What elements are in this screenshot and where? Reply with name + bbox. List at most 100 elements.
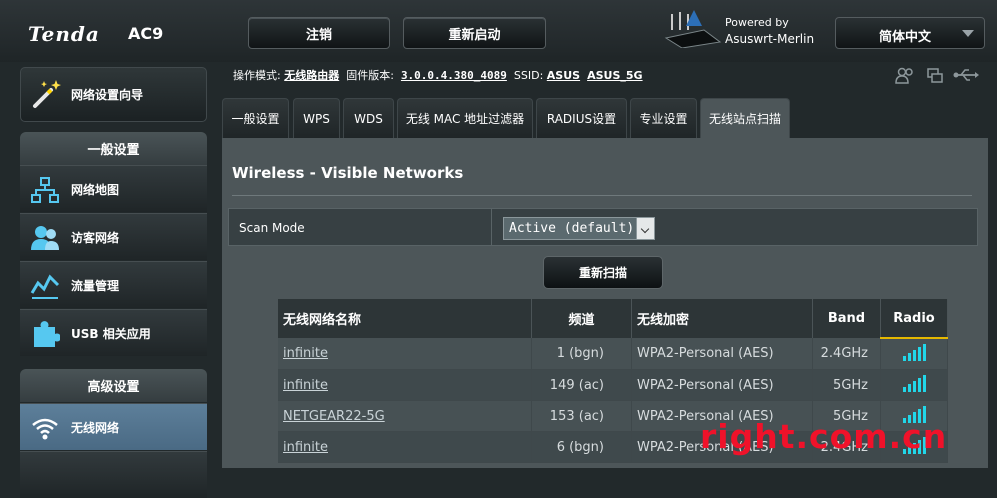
- network-name-link[interactable]: NETGEAR22-5G: [283, 409, 385, 424]
- status-icons: [895, 66, 980, 90]
- language-select[interactable]: 简体中文: [835, 17, 985, 49]
- powered-by-label: Powered by: [725, 16, 789, 29]
- sidebar-item-guest-network[interactable]: 访客网络: [20, 213, 207, 260]
- network-name-cell: infinite: [278, 431, 532, 463]
- powered-by: Powered by Asuswrt-Merlin: [725, 15, 814, 47]
- firmware-brand: Asuswrt-Merlin: [725, 32, 815, 46]
- radio-cell: [880, 369, 948, 401]
- band-cell: 5GHz: [833, 377, 868, 393]
- column-header-band[interactable]: Band: [812, 299, 881, 338]
- wifi-icon: [30, 413, 60, 447]
- table-header-row: 无线网络名称 频道 无线加密 Band Radio: [278, 299, 948, 339]
- channel-cell: 149 (ac): [549, 377, 604, 393]
- signal-bar: [907, 383, 911, 392]
- tab-general[interactable]: 一般设置: [222, 98, 289, 138]
- network-name-link[interactable]: infinite: [283, 440, 328, 455]
- network-setup-wizard-button[interactable]: 网络设置向导: [20, 67, 207, 122]
- sidebar-item-usb-apps[interactable]: USB 相关应用: [20, 309, 207, 356]
- mode-label: 操作模式:: [233, 69, 281, 82]
- network-name-cell: infinite: [278, 338, 532, 370]
- table-row: infinite 149 (ac) WPA2-Personal (AES) 5GHz: [278, 369, 948, 401]
- tab-radius[interactable]: RADIUS设置: [536, 98, 627, 138]
- sidebar-item-label: 流量管理: [71, 279, 120, 293]
- chevron-down-icon: [636, 218, 654, 239]
- network-name-link[interactable]: infinite: [283, 378, 328, 393]
- sidebar-item-traffic-manager[interactable]: 流量管理: [20, 261, 207, 308]
- column-header-ssid[interactable]: 无线网络名称: [278, 299, 532, 338]
- usb-icon: [953, 69, 979, 81]
- firmware-version-link[interactable]: 3.0.0.4.380_4089: [401, 69, 507, 82]
- ssid-link[interactable]: ASUS: [547, 69, 580, 82]
- signal-bar: [902, 355, 906, 361]
- signal-bar: [902, 386, 906, 392]
- rescan-button[interactable]: 重新扫描: [543, 256, 663, 289]
- watermark-text: right.com.cn: [700, 417, 948, 456]
- advanced-section-header: 高级设置: [20, 369, 207, 402]
- channel-cell: 153 (ac): [531, 400, 632, 432]
- signal-strength-icon: [902, 343, 926, 361]
- clients-icon: [895, 67, 913, 84]
- scan-mode-select[interactable]: Active (default): [503, 217, 655, 240]
- channel-cell: 6 (bgn): [556, 439, 604, 455]
- traffic-chart-icon: [30, 271, 60, 305]
- router-icon: [664, 8, 724, 52]
- signal-strength-icon: [902, 374, 926, 392]
- divider: [491, 209, 492, 245]
- reboot-button[interactable]: 重新启动: [403, 17, 546, 49]
- tab-mac-filter[interactable]: 无线 MAC 地址过滤器: [397, 98, 533, 138]
- model-name: AC9: [128, 24, 164, 43]
- divider: [232, 195, 972, 196]
- scan-mode-row: Scan Mode Active (default): [228, 208, 978, 246]
- mode-value-link[interactable]: 无线路由器: [284, 69, 339, 82]
- network-name-cell: NETGEAR22-5G: [278, 400, 532, 432]
- channel-cell: 1 (bgn): [531, 338, 632, 370]
- channel-cell: 153 (ac): [549, 408, 604, 424]
- encryption-cell: WPA2-Personal (AES): [631, 338, 813, 370]
- network-name-link[interactable]: infinite: [283, 346, 328, 361]
- signal-bar: [922, 343, 926, 361]
- network-map-icon: [30, 175, 60, 209]
- sidebar-item-next[interactable]: [20, 451, 207, 498]
- tab-professional[interactable]: 专业设置: [630, 98, 697, 138]
- column-header-radio[interactable]: Radio: [880, 299, 948, 339]
- signal-bar: [912, 349, 916, 361]
- signal-bar: [917, 346, 921, 361]
- chevron-down-icon: [962, 30, 974, 37]
- signal-bar: [917, 377, 921, 392]
- general-section-header: 一般设置: [20, 132, 207, 165]
- table-row: infinite 1 (bgn) WPA2-Personal (AES) 2.4GHz: [278, 338, 948, 370]
- tab-site-survey[interactable]: 无线站点扫描: [700, 98, 790, 138]
- magic-wand-icon: [31, 78, 63, 114]
- logout-button[interactable]: 注销: [248, 17, 390, 49]
- sidebar-item-label: USB 相关应用: [71, 327, 151, 341]
- channel-cell: 149 (ac): [531, 369, 632, 401]
- column-header-encryption[interactable]: 无线加密: [631, 299, 813, 338]
- encryption-cell: WPA2-Personal (AES): [631, 369, 813, 401]
- sidebar-item-label: 访客网络: [71, 231, 120, 245]
- column-header-channel[interactable]: 频道: [531, 299, 632, 338]
- network-name-cell: infinite: [278, 369, 532, 401]
- signal-bar: [907, 352, 911, 361]
- sidebar-item-wireless[interactable]: 无线网络: [20, 403, 207, 450]
- scan-mode-value: Active (default): [509, 221, 635, 236]
- wizard-label: 网络设置向导: [71, 88, 144, 102]
- status-bar: 操作模式: 无线路由器 固件版本: 3.0.0.4.380_4089 SSID:…: [233, 67, 643, 83]
- band-cell: 5GHz: [812, 369, 881, 401]
- tab-wps[interactable]: WPS: [293, 98, 340, 138]
- band-cell: 2.4GHz: [812, 338, 881, 370]
- radio-cell: [880, 338, 948, 370]
- channel-cell: 1 (bgn): [556, 346, 604, 361]
- ssid-5g-link[interactable]: ASUS_5G: [587, 69, 642, 82]
- sidebar-item-label: 网络地图: [71, 183, 120, 197]
- sidebar-item-label: 无线网络: [71, 421, 120, 435]
- guest-users-icon: [30, 223, 60, 257]
- tab-wds[interactable]: WDS: [343, 98, 394, 138]
- puzzle-piece-icon: [30, 319, 61, 353]
- ssid-label: SSID:: [513, 69, 544, 82]
- brand-logo: Tenda: [28, 22, 100, 46]
- band-cell: 2.4GHz: [820, 346, 868, 361]
- top-header: Tenda AC9 注销 重新启动 Powered by Asuswrt-Mer…: [0, 0, 997, 62]
- scan-mode-label: Scan Mode: [239, 221, 305, 235]
- sidebar-item-network-map[interactable]: 网络地图: [20, 165, 207, 212]
- signal-bar: [922, 374, 926, 392]
